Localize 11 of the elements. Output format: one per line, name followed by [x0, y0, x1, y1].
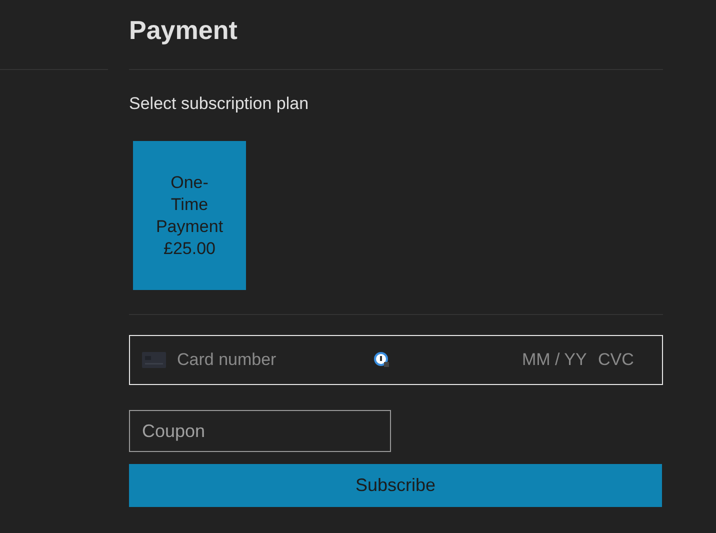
page-title: Payment — [129, 14, 238, 46]
card-input-field[interactable]: Card number MM / YY CVC — [129, 335, 663, 385]
plan-option[interactable]: One-Time Payment £25.00 — [133, 141, 246, 290]
lock-badge-icon — [374, 352, 390, 368]
credit-card-icon — [142, 352, 166, 368]
expiry-input[interactable]: MM / YY — [522, 347, 590, 373]
coupon-field[interactable]: Coupon — [129, 410, 391, 452]
card-number-input[interactable]: Card number — [177, 347, 367, 373]
cvc-input[interactable]: CVC — [598, 347, 638, 373]
plan-heading: Select subscription plan — [129, 93, 309, 115]
subscribe-button[interactable]: Subscribe — [129, 464, 662, 507]
